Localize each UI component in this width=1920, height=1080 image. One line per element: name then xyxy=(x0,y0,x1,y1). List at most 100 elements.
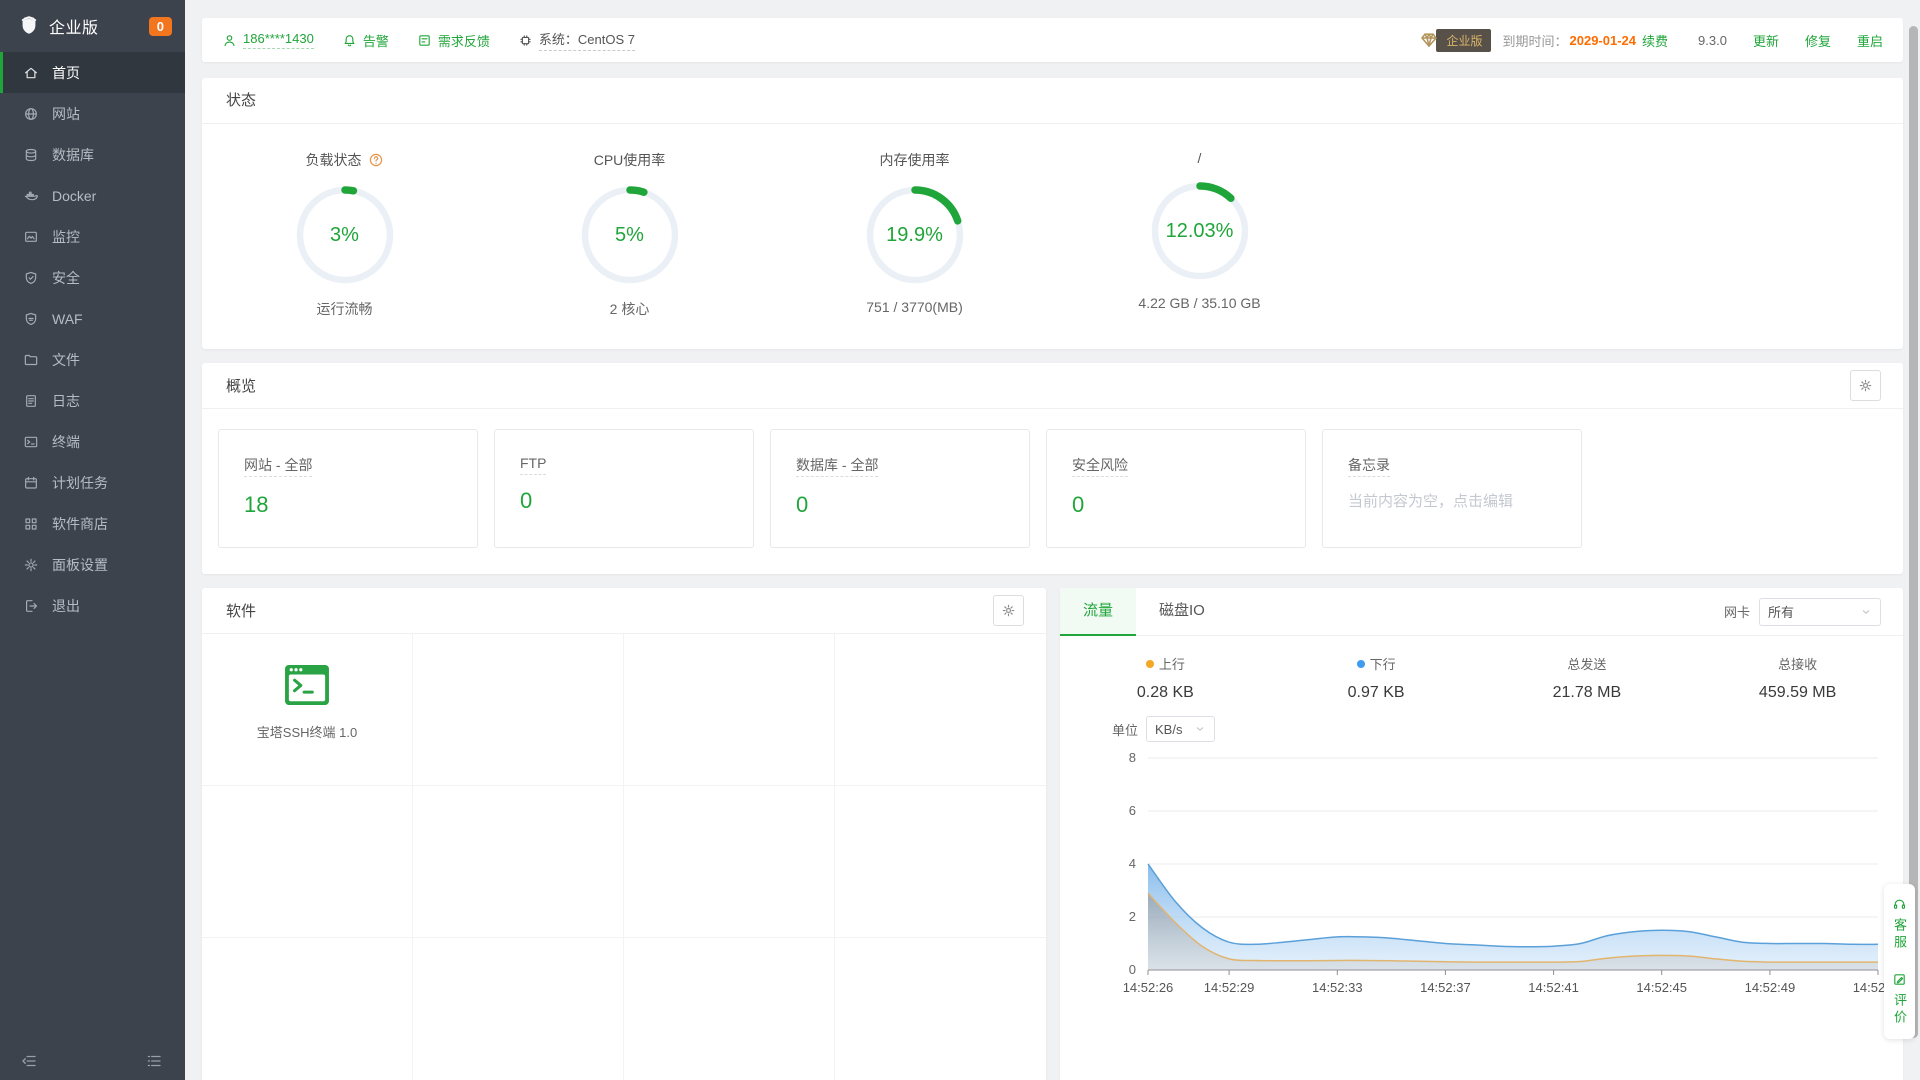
schedule-icon xyxy=(23,475,39,491)
renew-link[interactable]: 续费 xyxy=(1642,31,1668,50)
sidebar-item-label: 退出 xyxy=(52,596,80,616)
gauge-subtext: 4.22 GB / 35.10 GB xyxy=(1138,295,1260,311)
header-right-group: 企业版 到期时间： 2029-01-24 续费 9.3.0 更新 修复 重启 xyxy=(1419,29,1883,52)
menu-list-icon[interactable] xyxy=(145,1052,163,1070)
shield-logo-icon xyxy=(18,15,40,37)
sidebar-item-cron[interactable]: 计划任务 xyxy=(0,462,185,503)
app-logo[interactable]: 企业版 0 xyxy=(0,0,185,52)
traffic-stat-total-received: 总接收 459.59 MB xyxy=(1692,654,1903,702)
gauge-ring: 12.03% xyxy=(1148,179,1252,283)
headset-icon xyxy=(1892,897,1907,912)
user-account[interactable]: 186****1430 xyxy=(222,31,314,49)
status-gauge-disk-root[interactable]: / 12.03% 4.22 GB / 35.10 GB xyxy=(1057,150,1342,319)
svg-text:14:52:26: 14:52:26 xyxy=(1123,980,1174,995)
gauge-value: 19.9% xyxy=(863,183,967,287)
sidebar-item-logout[interactable]: 退出 xyxy=(0,585,185,626)
software-grid-cell xyxy=(413,938,624,1080)
terminal-app-icon xyxy=(284,664,330,706)
status-title: 状态 xyxy=(202,78,1903,124)
stat-value: 0.97 KB xyxy=(1271,684,1482,702)
software-grid-cell xyxy=(202,786,413,938)
sidebar-item-files[interactable]: 文件 xyxy=(0,339,185,380)
tab-traffic[interactable]: 流量 xyxy=(1060,588,1136,636)
sidebar-item-terminal[interactable]: 终端 xyxy=(0,421,185,462)
message-count-badge[interactable]: 0 xyxy=(149,17,172,36)
sidebar-item-label: 软件商店 xyxy=(52,514,108,534)
stat-label: 上行 xyxy=(1159,654,1185,673)
status-gauges: 负载状态 3% 运行流畅CPU使用率 5% 2 核心 内存使用率 xyxy=(202,124,1903,349)
gear-icon xyxy=(23,557,39,573)
software-app-bt-ssh-terminal[interactable]: 宝塔SSH终端 1.0 xyxy=(202,634,413,786)
sidebar-item-label: 监控 xyxy=(52,227,80,247)
user-icon xyxy=(222,33,237,48)
sidebar-item-label: 计划任务 xyxy=(52,473,108,493)
traffic-stat-total-sent: 总发送 21.78 MB xyxy=(1482,654,1693,702)
sidebar-item-docker[interactable]: Docker xyxy=(0,175,185,216)
status-gauge-load[interactable]: 负载状态 3% 运行流畅 xyxy=(202,150,487,319)
collapse-sidebar-icon[interactable] xyxy=(20,1052,38,1070)
status-gauge-cpu[interactable]: CPU使用率 5% 2 核心 xyxy=(487,150,772,319)
sidebar-item-home[interactable]: 首页 xyxy=(0,52,185,93)
restart-link[interactable]: 重启 xyxy=(1857,31,1883,50)
status-section: 状态 负载状态 3% 运行流畅CPU使用率 5% 2 核心 内存使用率 xyxy=(202,78,1903,349)
sidebar-item-logs[interactable]: 日志 xyxy=(0,380,185,421)
sidebar-item-appstore[interactable]: 软件商店 xyxy=(0,503,185,544)
legend-dot xyxy=(1357,660,1365,668)
overview-card-value: 0 xyxy=(796,492,1029,518)
gauge-label: CPU使用率 xyxy=(594,150,666,170)
status-gauge-memory[interactable]: 内存使用率 19.9% 751 / 3770(MB) xyxy=(772,150,1057,319)
plan-badge[interactable]: 企业版 xyxy=(1436,29,1490,52)
memo-placeholder[interactable]: 当前内容为空，点击编辑 xyxy=(1348,490,1581,511)
svg-text:14:52:45: 14:52:45 xyxy=(1636,980,1687,995)
nic-selector-group: 网卡 所有 xyxy=(1724,598,1881,626)
sidebar-item-panel-settings[interactable]: 面板设置 xyxy=(0,544,185,585)
sidebar-item-sites[interactable]: 网站 xyxy=(0,93,185,134)
software-settings-button[interactable] xyxy=(993,595,1024,626)
repair-link[interactable]: 修复 xyxy=(1805,31,1831,50)
traffic-stat-down: 下行 0.97 KB xyxy=(1271,654,1482,702)
sidebar-item-waf[interactable]: WAF xyxy=(0,298,185,339)
software-title: 软件 xyxy=(226,600,256,621)
main-content: 186****1430 告警 需求反馈 系统：CentOS 7 企业版 到期时间… xyxy=(185,0,1920,1080)
update-link[interactable]: 更新 xyxy=(1753,31,1779,50)
sidebar-item-label: 日志 xyxy=(52,391,80,411)
overview-card-ftp[interactable]: FTP0 xyxy=(494,429,754,548)
docker-icon xyxy=(23,188,39,204)
unit-select[interactable]: KB/s xyxy=(1146,716,1215,742)
sidebar-item-monitor[interactable]: 监控 xyxy=(0,216,185,257)
shield-icon xyxy=(23,270,39,286)
gauge-label: 负载状态 xyxy=(306,150,384,170)
software-grid: 宝塔SSH终端 1.0 xyxy=(202,634,1046,1080)
float-item-review[interactable]: 评价 xyxy=(1881,972,1919,1027)
stat-value: 459.59 MB xyxy=(1692,684,1903,702)
svg-text:14:52:33: 14:52:33 xyxy=(1312,980,1363,995)
nic-select[interactable]: 所有 xyxy=(1759,598,1881,626)
tab-diskio[interactable]: 磁盘IO xyxy=(1136,588,1228,636)
overview-settings-button[interactable] xyxy=(1850,370,1881,401)
gauge-label: 内存使用率 xyxy=(880,150,950,170)
legend-dot xyxy=(1146,660,1154,668)
waf-icon xyxy=(23,311,39,327)
terminal-icon xyxy=(23,434,39,450)
stat-value: 21.78 MB xyxy=(1482,684,1693,702)
sidebar-item-database[interactable]: 数据库 xyxy=(0,134,185,175)
alarm-link[interactable]: 告警 xyxy=(342,31,389,50)
gauge-ring: 3% xyxy=(293,183,397,287)
help-icon[interactable] xyxy=(368,152,384,168)
software-grid-cell xyxy=(835,634,1046,786)
panel-version: 9.3.0 xyxy=(1698,33,1727,48)
software-grid-cell xyxy=(202,938,413,1080)
gear-icon xyxy=(1001,603,1016,618)
overview-title-row: 概览 xyxy=(202,363,1903,409)
overview-card-security-risk[interactable]: 安全风险0 xyxy=(1046,429,1306,548)
overview-card-database[interactable]: 数据库 - 全部0 xyxy=(770,429,1030,548)
feedback-link[interactable]: 需求反馈 xyxy=(417,31,490,50)
overview-card-memo[interactable]: 备忘录当前内容为空，点击编辑 xyxy=(1322,429,1582,548)
home-icon xyxy=(23,65,39,81)
sidebar-item-security[interactable]: 安全 xyxy=(0,257,185,298)
overview-card-sites[interactable]: 网站 - 全部18 xyxy=(218,429,478,548)
globe-icon xyxy=(23,106,39,122)
float-item-support[interactable]: 客服 xyxy=(1881,897,1919,952)
user-phone[interactable]: 186****1430 xyxy=(243,31,314,49)
gauge-value: 3% xyxy=(293,183,397,287)
